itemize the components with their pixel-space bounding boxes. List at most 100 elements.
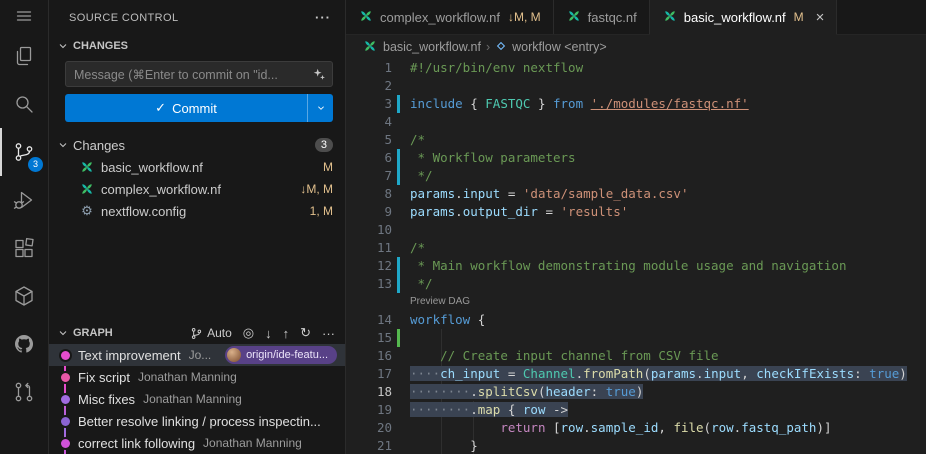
- commit-row[interactable]: correct link followingJonathan Manning: [49, 432, 345, 454]
- changes-section-header[interactable]: CHANGES: [49, 35, 345, 57]
- graph-more-actions-icon[interactable]: ···: [322, 326, 335, 341]
- branch-pill[interactable]: origin/ide-featu...: [225, 346, 337, 364]
- tab-modified-badge: M: [794, 10, 804, 24]
- tab-label: complex_workflow.nf: [380, 10, 500, 25]
- changed-files-list: basic_workflow.nfMcomplex_workflow.nf↓M,…: [49, 156, 345, 222]
- tab-fastqc.nf[interactable]: fastqc.nf: [554, 0, 650, 34]
- tab-complex_workflow.nf[interactable]: complex_workflow.nf↓M, M: [346, 0, 554, 34]
- commit-title: Misc fixes: [78, 392, 135, 407]
- commit-message-input[interactable]: Message (⌘Enter to commit on "id...: [65, 61, 333, 87]
- tab-basic_workflow.nf[interactable]: basic_workflow.nfM×: [650, 0, 838, 35]
- code-text: * Main workflow demonstrating module usa…: [392, 257, 847, 275]
- code-line-21[interactable]: 21 }: [346, 437, 926, 454]
- symbol-icon: [495, 40, 507, 55]
- code-line-12[interactable]: 12 * Main workflow demonstrating module …: [346, 257, 926, 275]
- code-line-13[interactable]: 13 */: [346, 275, 926, 293]
- changed-file-complex_workflow.nf[interactable]: complex_workflow.nf↓M, M: [49, 178, 345, 200]
- code-editor[interactable]: 1#!/usr/bin/env nextflow23include { FAST…: [346, 59, 926, 454]
- pull-icon[interactable]: ↓: [265, 326, 272, 341]
- code-line-17[interactable]: 17····ch_input = Channel.fromPath(params…: [346, 365, 926, 383]
- code-line-5[interactable]: 5/*: [346, 131, 926, 149]
- code-text: // Create input channel from CSV file: [392, 347, 719, 365]
- file-status-badge: 1, M: [310, 204, 333, 218]
- breadcrumb-separator: ›: [486, 40, 490, 54]
- git-pull-request-icon[interactable]: [0, 368, 48, 416]
- line-number: 8: [346, 185, 392, 203]
- graph-section-header[interactable]: GRAPH Auto ◎ ↓ ↑ ↻ ···: [49, 322, 345, 344]
- commit-title: Better resolve linking / process inspect…: [78, 414, 321, 429]
- commit-title: Fix script: [78, 370, 130, 385]
- commit-button[interactable]: ✓ Commit: [65, 94, 307, 122]
- commit-button-label: Commit: [172, 101, 217, 116]
- code-line-1[interactable]: 1#!/usr/bin/env nextflow: [346, 59, 926, 77]
- tab-close-icon[interactable]: ×: [816, 10, 825, 25]
- file-name: complex_workflow.nf: [101, 182, 221, 197]
- commit-button-group: ✓ Commit: [65, 94, 333, 122]
- code-line-7[interactable]: 7 */: [346, 167, 926, 185]
- explorer-icon[interactable]: [0, 32, 48, 80]
- code-line-18[interactable]: 18········.splitCsv(header: true): [346, 383, 926, 401]
- code-line-14[interactable]: 14workflow {: [346, 311, 926, 329]
- commit-row[interactable]: Better resolve linking / process inspect…: [49, 410, 345, 432]
- line-number: 14: [346, 311, 392, 329]
- line-number: 5: [346, 131, 392, 149]
- extensions-icon[interactable]: [0, 224, 48, 272]
- changed-file-nextflow.config[interactable]: ⚙nextflow.config1, M: [49, 200, 345, 222]
- line-number: 16: [346, 347, 392, 365]
- changed-file-basic_workflow.nf[interactable]: basic_workflow.nfM: [49, 156, 345, 178]
- code-line-16[interactable]: 16 // Create input channel from CSV file: [346, 347, 926, 365]
- commit-area: Message (⌘Enter to commit on "id... ✓ Co…: [49, 57, 345, 124]
- code-line-10[interactable]: 10: [346, 221, 926, 239]
- chevron-down-icon: [55, 137, 71, 153]
- search-icon[interactable]: [0, 80, 48, 128]
- changes-tree-header[interactable]: Changes 3: [49, 134, 345, 156]
- commit-row[interactable]: Fix scriptJonathan Manning: [49, 366, 345, 388]
- line-number: 6: [346, 149, 392, 167]
- changes-tree-label: Changes: [73, 138, 125, 153]
- run-and-debug-icon[interactable]: [0, 176, 48, 224]
- selection-highlight: ········.map { row ->: [410, 402, 568, 417]
- avatar: [227, 348, 241, 362]
- line-number: 9: [346, 203, 392, 221]
- breadcrumb-file[interactable]: basic_workflow.nf: [383, 40, 481, 54]
- line-number: 7: [346, 167, 392, 185]
- source-control-icon[interactable]: 3: [0, 128, 48, 176]
- graph-section-label: GRAPH: [73, 327, 113, 339]
- codelens-preview-dag[interactable]: Preview DAG: [346, 293, 926, 311]
- code-line-4[interactable]: 4: [346, 113, 926, 131]
- goto-head-icon[interactable]: ◎: [243, 325, 254, 341]
- push-icon[interactable]: ↑: [283, 326, 290, 341]
- commit-dot-icon: [61, 373, 70, 382]
- code-line-19[interactable]: 19········.map { row ->: [346, 401, 926, 419]
- more-actions-icon[interactable]: ···: [315, 10, 331, 25]
- commit-row[interactable]: Text improvementJo...origin/ide-featu...: [49, 344, 345, 366]
- commit-dot-icon: [61, 439, 70, 448]
- code-text: }: [392, 437, 478, 454]
- code-line-3[interactable]: 3include { FASTQC } from './modules/fast…: [346, 95, 926, 113]
- code-line-11[interactable]: 11/*: [346, 239, 926, 257]
- line-number: 15: [346, 329, 392, 347]
- menu-icon[interactable]: [0, 0, 48, 32]
- code-line-15[interactable]: 15: [346, 329, 926, 347]
- commit-row[interactable]: Misc fixesJonathan Manning: [49, 388, 345, 410]
- breadcrumb-symbol[interactable]: workflow <entry>: [512, 40, 606, 54]
- code-text: return [row.sample_id, file(row.fastq_pa…: [392, 419, 832, 437]
- code-text: */: [392, 275, 433, 293]
- code-line-6[interactable]: 6 * Workflow parameters: [346, 149, 926, 167]
- code-line-9[interactable]: 9params.output_dir = 'results': [346, 203, 926, 221]
- code-line-20[interactable]: 20 return [row.sample_id, file(row.fastq…: [346, 419, 926, 437]
- auto-repo-button[interactable]: Auto: [190, 326, 232, 340]
- refresh-icon[interactable]: ↻: [300, 325, 311, 341]
- github-icon[interactable]: [0, 320, 48, 368]
- check-icon: ✓: [155, 100, 166, 116]
- code-line-8[interactable]: 8params.input = 'data/sample_data.csv': [346, 185, 926, 203]
- activity-bar: 3: [0, 0, 49, 454]
- package-icon[interactable]: [0, 272, 48, 320]
- breadcrumb: basic_workflow.nf › workflow <entry>: [346, 35, 926, 59]
- sparkle-icon[interactable]: [312, 67, 326, 81]
- line-number: 2: [346, 77, 392, 95]
- commit-dropdown-button[interactable]: [307, 94, 333, 122]
- commit-dot-icon: [61, 417, 70, 426]
- code-line-2[interactable]: 2: [346, 77, 926, 95]
- code-text: /*: [392, 239, 425, 257]
